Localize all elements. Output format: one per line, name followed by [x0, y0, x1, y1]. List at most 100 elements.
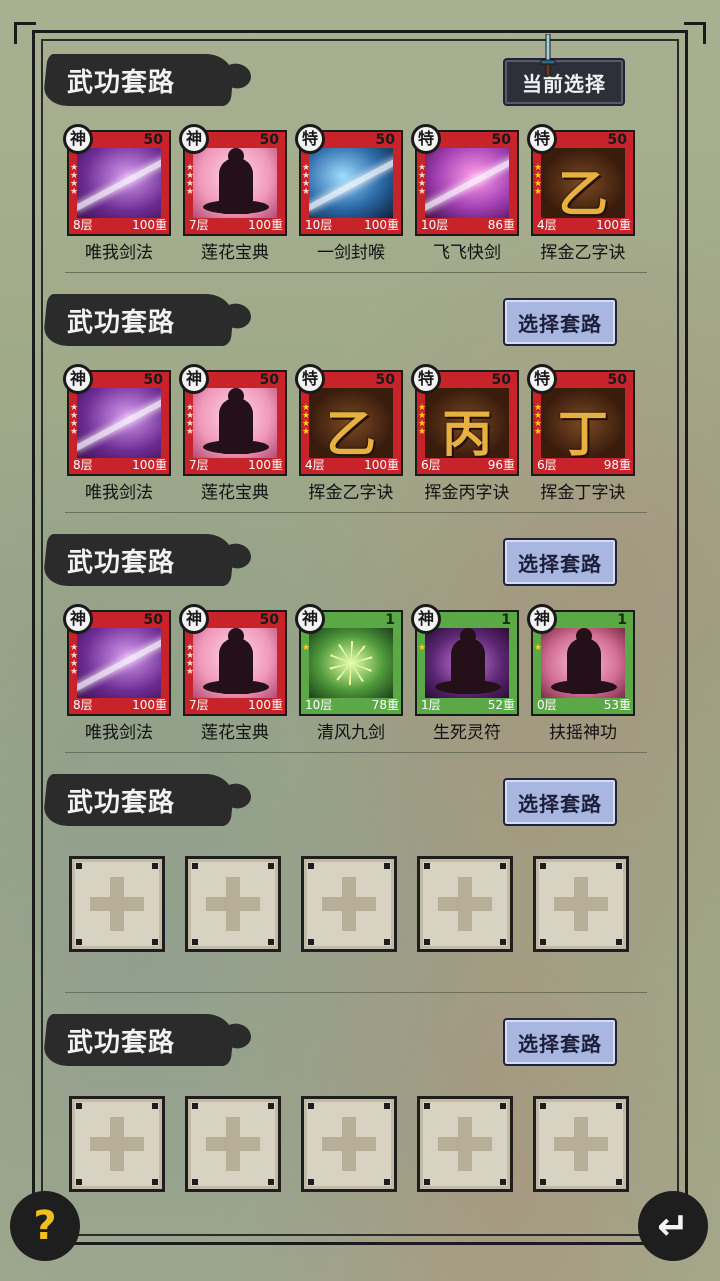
- skill-card[interactable]: ★ ★ ★ ★ 神 50 8层 100重: [63, 604, 171, 716]
- skill-slot[interactable]: ★ ★ ★ ★ 特 50 10层 86重飞飞快剑: [411, 124, 519, 263]
- skill-weight: 100重: [248, 218, 283, 232]
- skill-card[interactable]: 乙 ★ ★ ★ ★ 特 50 4层 100重: [295, 364, 403, 476]
- corner-rivet: [268, 1179, 274, 1185]
- corner-rivet: [192, 1179, 198, 1185]
- add-skill-tile[interactable]: [533, 856, 629, 952]
- skill-level: 50: [259, 612, 279, 628]
- skill-name: 挥金丁字诀: [540, 483, 626, 503]
- add-skill-tile[interactable]: [69, 1096, 165, 1192]
- skill-slot[interactable]: ★ 神 1 0层 53重 扶摇神功: [527, 604, 635, 743]
- select-set-button[interactable]: 选择套路: [503, 778, 617, 826]
- add-skill-tile[interactable]: [417, 856, 513, 952]
- back-button[interactable]: ↵: [638, 1191, 708, 1261]
- empty-skill-slot[interactable]: [531, 1090, 635, 1220]
- empty-skill-slot[interactable]: [531, 850, 635, 980]
- sword-icon: [540, 34, 556, 77]
- skill-card[interactable]: 丁 ★ ★ ★ ★ 特 50 6层 98重: [527, 364, 635, 476]
- skill-card[interactable]: ★ ★ ★ ★ 神 50 7层 100重: [179, 124, 287, 236]
- skill-card[interactable]: ★ 神 1 1层 52重: [411, 604, 519, 716]
- plus-icon: [438, 1137, 492, 1151]
- skill-art: [77, 628, 161, 698]
- select-set-button[interactable]: 选择套路: [503, 1018, 617, 1066]
- add-skill-tile[interactable]: [301, 856, 397, 952]
- skill-slot[interactable]: ★ 神 1 1层 52重生死灵符: [411, 604, 519, 743]
- skill-level: 50: [607, 132, 627, 148]
- skill-slot[interactable]: ★ 神 1 10层 78重 清风九剑: [295, 604, 403, 743]
- skill-weight: 100重: [364, 218, 399, 232]
- plus-icon: [90, 1137, 144, 1151]
- rank-stars: ★ ★ ★ ★: [186, 644, 194, 677]
- figure-silhouette: [203, 148, 269, 214]
- skill-slot[interactable]: 乙 ★ ★ ★ ★ 特 50 4层 100重 挥金乙字诀: [295, 364, 403, 503]
- select-set-button[interactable]: 选择套路: [503, 538, 617, 586]
- skill-name: 莲花宝典: [201, 723, 269, 743]
- empty-skill-slot[interactable]: [183, 850, 287, 980]
- skill-card[interactable]: ★ ★ ★ ★ 神 50 7层 100重: [179, 604, 287, 716]
- skill-slot[interactable]: 乙 ★ ★ ★ ★ 特 50 4层 100重 挥金乙字诀: [527, 124, 635, 263]
- corner-rivet: [540, 1103, 546, 1109]
- skill-card[interactable]: 丙 ★ ★ ★ ★ 特 50 6层 96重: [411, 364, 519, 476]
- add-skill-tile[interactable]: [533, 1096, 629, 1192]
- add-skill-tile[interactable]: [185, 1096, 281, 1192]
- skill-slot[interactable]: ★ ★ ★ ★ 特 50 10层 100重 一剑封喉: [295, 124, 403, 263]
- section-divider: [65, 272, 647, 273]
- skill-name: 生死灵符: [433, 723, 501, 743]
- skill-name: 飞飞快剑: [433, 243, 501, 263]
- empty-skill-slot[interactable]: [415, 1090, 519, 1220]
- skill-card[interactable]: ★ ★ ★ ★ 特 50 10层 100重: [295, 124, 403, 236]
- skill-card[interactable]: ★ ★ ★ ★ 神 50 8层 100重: [63, 124, 171, 236]
- skill-slot[interactable]: ★ ★ ★ ★ 神 50 8层 100重 唯我剑法: [63, 364, 171, 503]
- section-title: 武功套路: [67, 308, 176, 338]
- skill-level: 1: [385, 612, 395, 628]
- skill-card[interactable]: ★ ★ ★ ★ 神 50 8层 100重: [63, 364, 171, 476]
- skill-card[interactable]: ★ ★ ★ ★ 神 50 7层 100重: [179, 364, 287, 476]
- empty-skill-slot[interactable]: [299, 850, 403, 980]
- skill-card[interactable]: ★ 神 1 10层 78重: [295, 604, 403, 716]
- figure-silhouette: [203, 628, 269, 694]
- rank-stars: ★ ★ ★ ★: [418, 164, 426, 197]
- skill-glyph: 丙: [442, 404, 492, 458]
- empty-skill-slot[interactable]: [67, 1090, 171, 1220]
- skill-layers: 10层: [305, 218, 333, 232]
- skill-art: [77, 148, 161, 218]
- skill-layers: 4层: [537, 218, 557, 232]
- help-button[interactable]: ?: [10, 1191, 80, 1261]
- skill-card[interactable]: 乙 ★ ★ ★ ★ 特 50 4层 100重: [527, 124, 635, 236]
- rank-stars: ★: [418, 644, 426, 653]
- skill-slot[interactable]: ★ ★ ★ ★ 神 50 8层 100重 唯我剑法: [63, 124, 171, 263]
- skill-slot[interactable]: 丁 ★ ★ ★ ★ 特 50 6层 98重挥金丁字诀: [527, 364, 635, 503]
- skill-weight: 100重: [132, 698, 167, 712]
- corner-rivet: [152, 939, 158, 945]
- skill-slot[interactable]: ★ ★ ★ ★ 神 50 7层 100重莲花宝典: [179, 604, 287, 743]
- skill-level: 1: [617, 612, 627, 628]
- sword-slash: [77, 150, 161, 212]
- skill-card[interactable]: ★ 神 1 0层 53重: [527, 604, 635, 716]
- figure-silhouette: [435, 628, 501, 694]
- skill-art: [309, 148, 393, 218]
- corner-rivet: [500, 863, 506, 869]
- skill-slot[interactable]: 丙 ★ ★ ★ ★ 特 50 6层 96重 挥金丙字诀: [411, 364, 519, 503]
- skill-slot[interactable]: ★ ★ ★ ★ 神 50 7层 100重 莲花宝典: [179, 124, 287, 263]
- add-skill-tile[interactable]: [69, 856, 165, 952]
- empty-skill-slot[interactable]: [183, 1090, 287, 1220]
- skill-slot[interactable]: ★ ★ ★ ★ 神 50 7层 100重 莲花宝典: [179, 364, 287, 503]
- skill-card[interactable]: ★ ★ ★ ★ 特 50 10层 86重: [411, 124, 519, 236]
- skill-slot[interactable]: ★ ★ ★ ★ 神 50 8层 100重 唯我剑法: [63, 604, 171, 743]
- skill-weight: 78重: [371, 698, 399, 712]
- rank-stars: ★: [302, 644, 310, 653]
- rank-stars: ★ ★ ★ ★: [70, 164, 78, 197]
- frame-corner: [684, 22, 706, 44]
- add-skill-tile[interactable]: [301, 1096, 397, 1192]
- current-selection-button[interactable]: 当前选择: [503, 58, 625, 106]
- select-set-button[interactable]: 选择套路: [503, 298, 617, 346]
- empty-skill-slot[interactable]: [67, 850, 171, 980]
- add-skill-tile[interactable]: [185, 856, 281, 952]
- add-skill-tile[interactable]: [417, 1096, 513, 1192]
- skill-art: 丙: [425, 388, 509, 458]
- empty-skill-slot[interactable]: [415, 850, 519, 980]
- skill-art: [541, 628, 625, 698]
- skill-slots: [67, 850, 667, 990]
- grade-badge: 神: [63, 364, 93, 394]
- corner-rivet: [76, 939, 82, 945]
- empty-skill-slot[interactable]: [299, 1090, 403, 1220]
